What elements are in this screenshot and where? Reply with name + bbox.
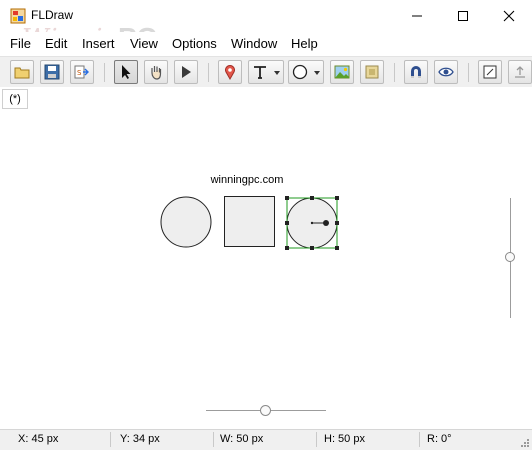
- select-tool-button[interactable]: [114, 60, 138, 84]
- close-icon: [503, 10, 515, 22]
- menu-edit[interactable]: Edit: [45, 36, 67, 51]
- view-button[interactable]: [434, 60, 458, 84]
- document-tab-area: (*): [0, 87, 532, 111]
- title-bar: FLDraw Winning PC: [0, 0, 532, 54]
- menu-window[interactable]: Window: [231, 36, 277, 51]
- minimize-icon: [412, 15, 422, 17]
- document-tab[interactable]: (*): [2, 89, 28, 109]
- toolbar: S: [0, 56, 532, 89]
- open-icon: [14, 67, 30, 79]
- menu-insert[interactable]: Insert: [82, 36, 115, 51]
- text-tool-dropdown[interactable]: [248, 60, 284, 84]
- save-button[interactable]: [40, 60, 64, 84]
- menu-help[interactable]: Help: [291, 36, 318, 51]
- close-button[interactable]: [486, 0, 532, 32]
- resize-button[interactable]: [478, 60, 502, 84]
- save-icon: [44, 64, 60, 80]
- pin-icon: [225, 65, 235, 80]
- status-bar: X: 45 px Y: 34 px W: 50 px H: 50 px R: 0…: [0, 429, 532, 450]
- window-title: FLDraw: [31, 8, 74, 22]
- pin-button[interactable]: [218, 60, 242, 84]
- status-x: X: 45 px: [18, 433, 59, 445]
- circle-shape-icon: [292, 64, 308, 80]
- vertical-zoom-slider-thumb[interactable]: [505, 252, 515, 262]
- status-height: H: 50 px: [324, 433, 365, 445]
- upload-icon: [515, 66, 525, 78]
- export-icon: S: [74, 65, 89, 79]
- app-icon: [10, 8, 26, 24]
- upload-button[interactable]: [508, 60, 532, 84]
- status-rotation: R: 0°: [427, 433, 452, 445]
- drawing-canvas[interactable]: [0, 111, 532, 429]
- play-button[interactable]: [174, 60, 198, 84]
- menu-options[interactable]: Options: [172, 36, 217, 51]
- menu-view[interactable]: View: [130, 36, 158, 51]
- eye-icon: [438, 67, 454, 77]
- hand-tool-button[interactable]: [144, 60, 168, 84]
- magnet-icon: [411, 66, 421, 78]
- resize-grip-icon[interactable]: [520, 438, 530, 448]
- minimize-button[interactable]: [394, 0, 440, 32]
- svg-text:S: S: [77, 69, 82, 77]
- frame-button[interactable]: [360, 60, 384, 84]
- horizontal-zoom-slider-thumb[interactable]: [260, 405, 271, 416]
- menu-file[interactable]: File: [10, 36, 31, 51]
- hand-icon: [151, 66, 162, 80]
- maximize-icon: [458, 11, 468, 21]
- resize-icon: [483, 65, 497, 79]
- menu-bar: File Edit Insert View Options Window Hel…: [0, 32, 532, 56]
- maximize-button[interactable]: [440, 0, 486, 32]
- text-icon: [254, 66, 266, 79]
- select-arrow-icon: [122, 65, 131, 79]
- insert-image-button[interactable]: [330, 60, 354, 84]
- status-width: W: 50 px: [220, 433, 264, 445]
- frame-icon: [365, 65, 379, 79]
- open-button[interactable]: [10, 60, 34, 84]
- magnet-button[interactable]: [404, 60, 428, 84]
- play-icon: [182, 66, 191, 78]
- shape-tool-dropdown[interactable]: [288, 60, 324, 84]
- image-icon: [334, 65, 350, 79]
- status-y: Y: 34 px: [120, 433, 160, 445]
- export-button[interactable]: S: [70, 60, 94, 84]
